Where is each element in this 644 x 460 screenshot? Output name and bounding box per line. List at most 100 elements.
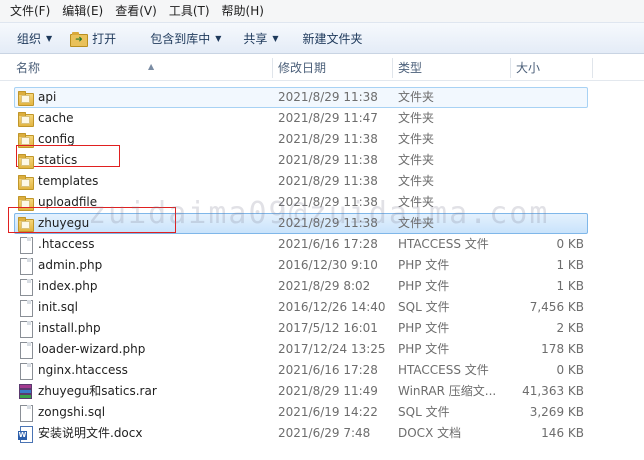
- file-type: SQL 文件: [398, 405, 450, 419]
- folder-icon: [17, 216, 34, 232]
- file-name: zhuyegu和satics.rar: [38, 384, 157, 398]
- file-size: 0 KB: [556, 363, 584, 377]
- column-header: 名称 ▲ 修改日期 类型 大小: [0, 55, 644, 81]
- list-item[interactable]: install.php 2017/5/12 16:01 PHP 文件 2 KB: [0, 318, 644, 339]
- file-type: 文件夹: [398, 111, 435, 125]
- file-size: 7,456 KB: [529, 300, 584, 314]
- file-size: [516, 108, 584, 129]
- column-type-header[interactable]: 类型: [392, 55, 510, 81]
- file-name: .htaccess: [38, 237, 95, 251]
- file-type: HTACCESS 文件: [398, 237, 489, 251]
- menu-tools[interactable]: 工具(T): [163, 1, 216, 21]
- file-type: PHP 文件: [398, 279, 450, 293]
- file-date: 2016/12/26 14:40: [278, 300, 386, 314]
- file-size: [516, 129, 584, 150]
- document-icon: [17, 363, 33, 380]
- file-date: 2017/5/12 16:01: [278, 321, 378, 335]
- list-item[interactable]: statics 2021/8/29 11:38 文件夹: [0, 145, 644, 171]
- list-item[interactable]: index.php 2021/8/29 8:02 PHP 文件 1 KB: [0, 276, 644, 297]
- list-item[interactable]: admin.php 2016/12/30 9:10 PHP 文件 1 KB: [0, 255, 644, 276]
- list-item[interactable]: loader-wizard.php 2017/12/24 13:25 PHP 文…: [0, 339, 644, 360]
- include-in-library-label: 包含到库中: [150, 31, 211, 46]
- menu-bar: 文件(F) 编辑(E) 查看(V) 工具(T) 帮助(H): [0, 0, 644, 22]
- file-date: 2016/12/30 9:10: [278, 258, 378, 272]
- file-name: statics: [38, 153, 78, 167]
- file-name: 安装说明文件.docx: [38, 426, 143, 440]
- file-name: loader-wizard.php: [38, 342, 146, 356]
- column-date-label: 修改日期: [278, 61, 327, 75]
- file-date: 2021/8/29 11:38: [278, 90, 378, 104]
- document-icon: [17, 237, 33, 254]
- menu-file[interactable]: 文件(F): [4, 1, 56, 21]
- file-name: init.sql: [38, 300, 78, 314]
- share-button[interactable]: 共享 ▼: [234, 25, 287, 51]
- file-type: HTACCESS 文件: [398, 363, 489, 377]
- list-item[interactable]: api 2021/8/29 11:38 文件夹: [0, 87, 644, 108]
- file-size: [516, 150, 584, 171]
- file-date: 2021/8/29 11:47: [278, 111, 378, 125]
- file-type: 文件夹: [398, 90, 435, 104]
- list-item[interactable]: templates 2021/8/29 11:38 文件夹: [0, 171, 644, 192]
- folder-icon: [17, 111, 34, 127]
- column-type-label: 类型: [398, 61, 423, 75]
- menu-help[interactable]: 帮助(H): [216, 1, 270, 21]
- document-icon: [17, 405, 33, 422]
- file-size: 3,269 KB: [529, 405, 584, 419]
- file-date: 2021/8/29 11:38: [278, 174, 378, 188]
- chevron-down-icon: ▼: [215, 33, 222, 43]
- list-item[interactable]: .htaccess 2021/6/16 17:28 HTACCESS 文件 0 …: [0, 234, 644, 255]
- open-button[interactable]: ➜ 打开: [61, 25, 125, 51]
- file-size: 1 KB: [556, 258, 584, 272]
- file-size: [516, 192, 584, 213]
- folder-icon: [17, 153, 34, 169]
- list-item[interactable]: zhuyegu和satics.rar 2021/8/29 11:49 WinRA…: [0, 381, 644, 402]
- file-size: 178 KB: [541, 342, 584, 356]
- file-type: 文件夹: [398, 153, 435, 167]
- file-date: 2021/6/19 14:22: [278, 405, 378, 419]
- organize-button[interactable]: 组织 ▼: [8, 25, 61, 51]
- folder-icon: [17, 90, 34, 106]
- column-size-label: 大小: [516, 61, 541, 75]
- column-date-header[interactable]: 修改日期: [272, 55, 392, 81]
- file-type: SQL 文件: [398, 300, 450, 314]
- file-type: PHP 文件: [398, 258, 450, 272]
- column-name-label: 名称: [16, 61, 41, 75]
- open-folder-icon: ➜: [70, 31, 89, 47]
- file-name: install.php: [38, 321, 101, 335]
- column-divider[interactable]: [592, 58, 593, 78]
- file-size: 2 KB: [556, 321, 584, 335]
- file-name: index.php: [38, 279, 98, 293]
- file-type: WinRAR 压缩文...: [398, 384, 497, 398]
- list-item[interactable]: zhuyegu 2021/8/29 11:38 文件夹: [0, 207, 644, 234]
- file-name: api: [38, 90, 57, 104]
- file-date: 2021/6/16 17:28: [278, 237, 378, 251]
- document-icon: [17, 258, 33, 275]
- menu-view[interactable]: 查看(V): [109, 1, 163, 21]
- winrar-archive-icon: [17, 384, 33, 399]
- list-item[interactable]: zongshi.sql 2021/6/19 14:22 SQL 文件 3,269…: [0, 402, 644, 423]
- file-size: 0 KB: [556, 237, 584, 251]
- file-date: 2021/8/29 11:49: [278, 384, 378, 398]
- file-size: [516, 87, 584, 108]
- file-date: 2021/8/29 11:38: [278, 153, 378, 167]
- column-size-header[interactable]: 大小: [510, 55, 592, 81]
- file-type: 文件夹: [398, 216, 435, 230]
- column-name-header[interactable]: 名称 ▲: [10, 55, 272, 81]
- file-type: DOCX 文档: [398, 426, 462, 440]
- word-document-icon: W: [17, 426, 33, 443]
- file-name: templates: [38, 174, 99, 188]
- sort-ascending-icon: ▲: [148, 62, 155, 71]
- new-folder-button[interactable]: 新建文件夹: [294, 25, 372, 51]
- file-date: 2021/8/29 11:38: [278, 195, 378, 209]
- list-item[interactable]: init.sql 2016/12/26 14:40 SQL 文件 7,456 K…: [0, 297, 644, 318]
- file-date: 2021/8/29 8:02: [278, 279, 371, 293]
- document-icon: [17, 279, 33, 296]
- list-item[interactable]: W 安装说明文件.docx 2021/6/29 7:48 DOCX 文档 146…: [0, 423, 644, 444]
- include-in-library-button[interactable]: 包含到库中 ▼: [141, 25, 230, 51]
- list-item[interactable]: cache 2021/8/29 11:47 文件夹: [0, 108, 644, 129]
- document-icon: [17, 342, 33, 359]
- file-date: 2021/6/16 17:28: [278, 363, 378, 377]
- file-date: 2021/6/29 7:48: [278, 426, 371, 440]
- list-item[interactable]: nginx.htaccess 2021/6/16 17:28 HTACCESS …: [0, 360, 644, 381]
- menu-edit[interactable]: 编辑(E): [56, 1, 109, 21]
